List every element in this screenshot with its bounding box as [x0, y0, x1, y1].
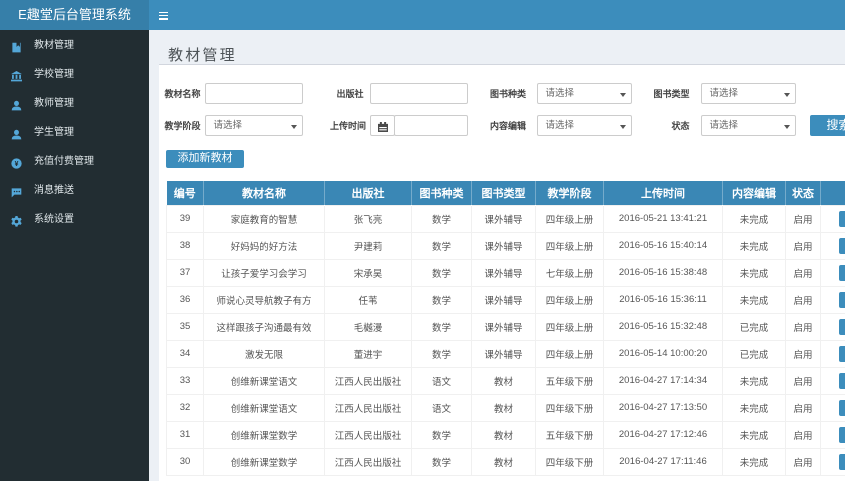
svg-text:¥: ¥ [14, 160, 18, 167]
